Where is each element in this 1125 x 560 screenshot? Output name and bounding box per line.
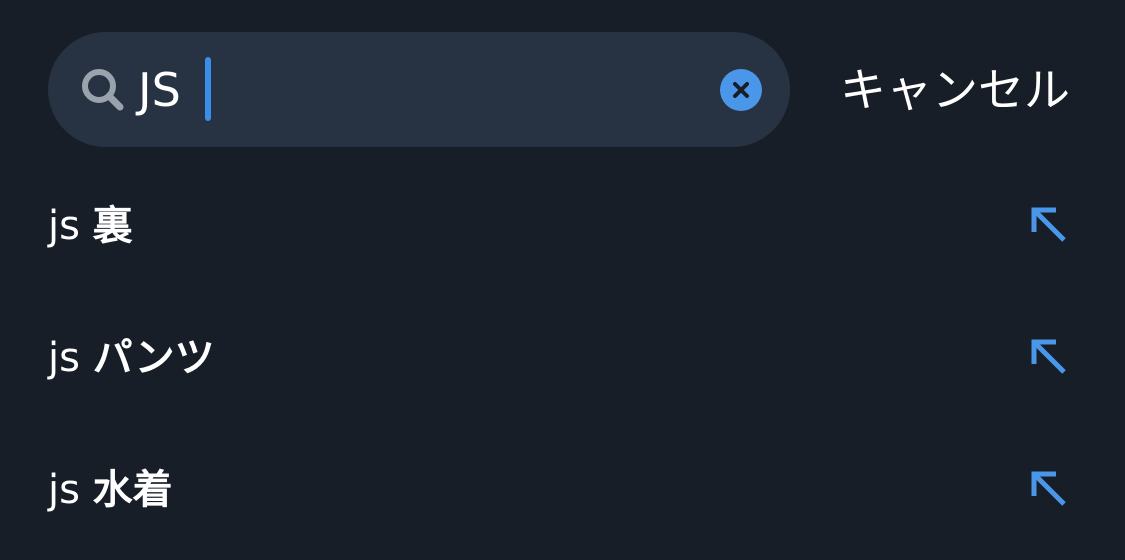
- suggestion-label: js パンツ: [48, 330, 215, 386]
- suggestion-prefix: js: [48, 203, 80, 249]
- suggestion-item[interactable]: js 水着: [0, 422, 1125, 554]
- suggestion-completion: パンツ: [92, 335, 215, 381]
- search-screen: JS キャンセル js 裏 js パンツ js 水着: [0, 0, 1125, 560]
- suggestion-completion: 水着: [92, 467, 173, 513]
- clear-search-button[interactable]: [720, 69, 762, 111]
- search-icon: [80, 67, 126, 113]
- suggestion-label: js 水着: [48, 462, 173, 518]
- search-query-text: JS: [138, 63, 181, 117]
- cancel-button[interactable]: キャンセル: [840, 60, 1070, 120]
- suggestion-prefix: js: [48, 335, 80, 381]
- suggestion-list: js 裏 js パンツ js 水着: [0, 158, 1125, 554]
- search-input[interactable]: JS: [48, 32, 790, 147]
- suggestion-completion: 裏: [92, 203, 133, 249]
- arrow-up-left-icon[interactable]: [1028, 336, 1068, 376]
- suggestion-prefix: js: [48, 467, 80, 513]
- clear-icon: [733, 82, 749, 98]
- suggestion-item[interactable]: js 裏: [0, 158, 1125, 290]
- text-cursor: [205, 57, 211, 121]
- suggestion-label: js 裏: [48, 198, 133, 254]
- arrow-up-left-icon[interactable]: [1028, 468, 1068, 508]
- arrow-up-left-icon[interactable]: [1028, 204, 1068, 244]
- suggestion-item[interactable]: js パンツ: [0, 290, 1125, 422]
- search-bar: JS キャンセル: [48, 32, 1088, 147]
